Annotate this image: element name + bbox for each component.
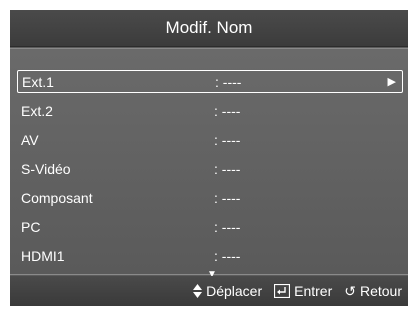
list-item-av[interactable]: AV : ----: [17, 128, 403, 151]
move-label: Déplacer: [206, 283, 263, 299]
item-value: : ----: [214, 102, 241, 119]
back-hint: ↺ Retour: [344, 283, 402, 300]
item-value: : ----: [214, 160, 241, 177]
list-item-ext1[interactable]: Ext.1 : ---- ▶: [17, 70, 403, 93]
back-label: Retour: [359, 283, 402, 299]
return-icon: ↺: [344, 282, 356, 299]
item-value: : ----: [215, 73, 242, 90]
enter-icon: [274, 284, 291, 298]
enter-label: Entrer: [294, 283, 333, 299]
item-value: : ----: [214, 189, 241, 206]
item-value: : ----: [214, 247, 241, 264]
menu-panel: Modif. Nom Ext.1 : ---- ▶ Ext.2 : ---- A…: [10, 10, 408, 306]
item-label: S-Vidéo: [21, 160, 71, 177]
up-down-icon: [193, 284, 203, 298]
item-label: Ext.2: [21, 102, 53, 119]
item-label: AV: [21, 131, 39, 148]
item-list: Ext.1 : ---- ▶ Ext.2 : ---- AV : ---- S-…: [10, 48, 408, 280]
item-value: : ----: [214, 218, 241, 235]
list-item-pc[interactable]: PC : ----: [17, 215, 403, 238]
item-value: : ----: [214, 131, 241, 148]
list-item-composant[interactable]: Composant : ----: [17, 186, 403, 209]
item-label: PC: [21, 218, 41, 235]
list-item-ext2[interactable]: Ext.2 : ----: [17, 99, 403, 122]
item-label: Ext.1: [22, 73, 54, 90]
enter-hint: Entrer: [274, 283, 332, 299]
item-label: Composant: [21, 189, 93, 206]
item-label: HDMI1: [21, 247, 65, 264]
move-hint: Déplacer: [193, 283, 262, 299]
list-item-hdmi1[interactable]: HDMI1 : ----: [17, 244, 403, 267]
right-arrow-icon: ▶: [387, 76, 396, 88]
menu-title: Modif. Nom: [10, 10, 408, 47]
footer-hints: Déplacer Entrer ↺ Retour: [10, 276, 408, 306]
list-item-s-video[interactable]: S-Vidéo : ----: [17, 157, 403, 180]
